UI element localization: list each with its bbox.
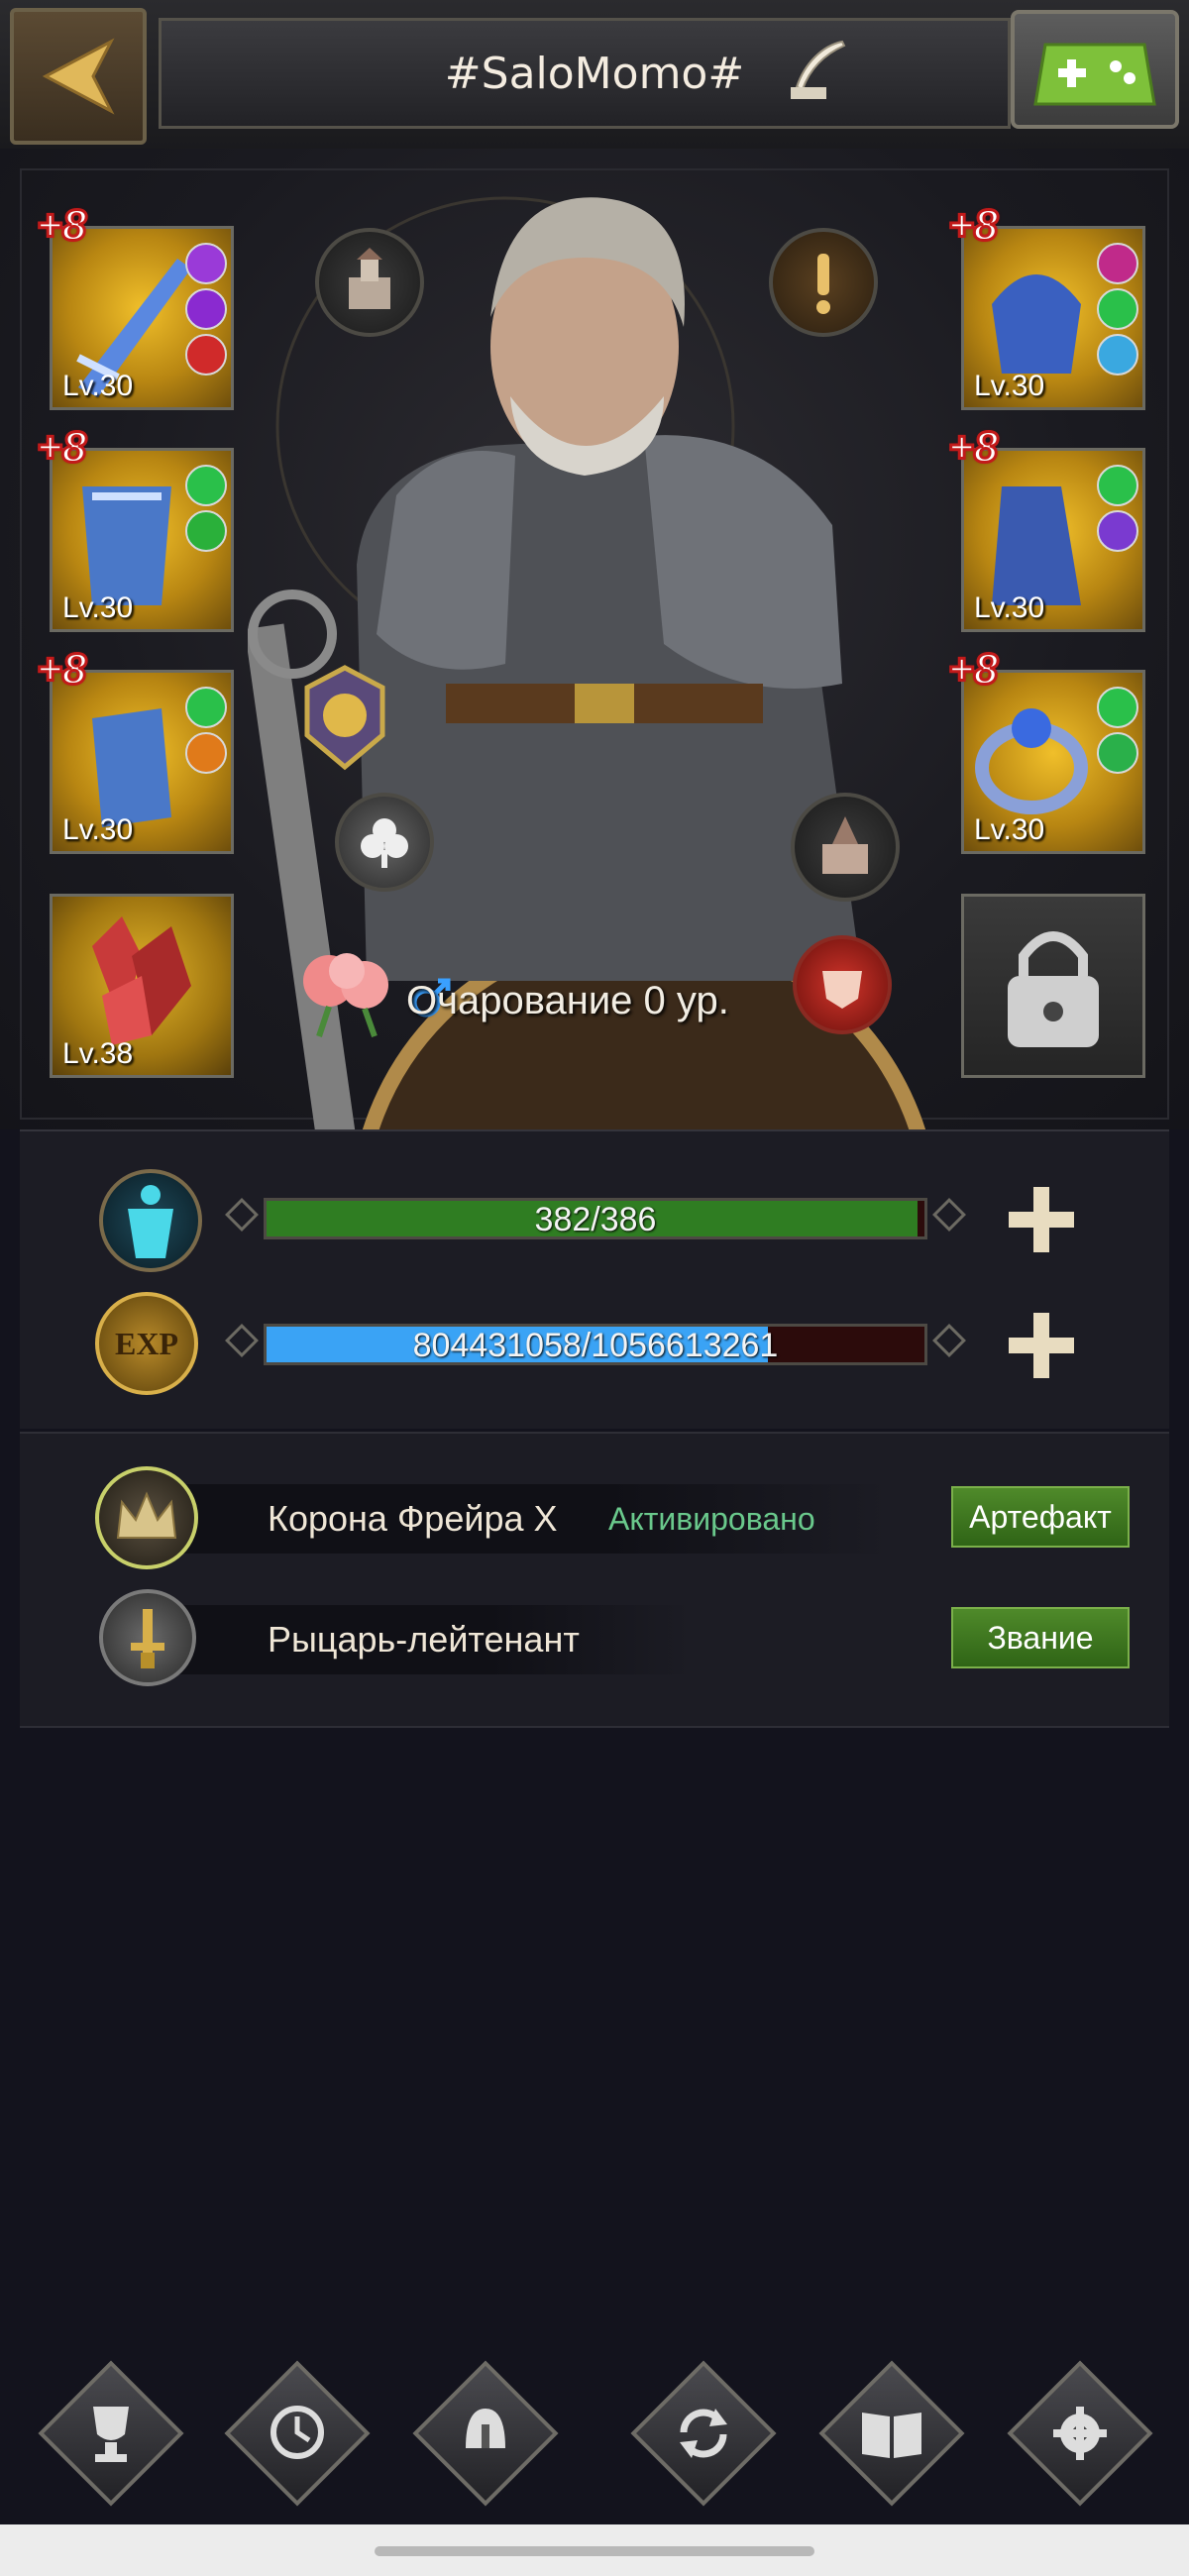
item-level: Lv.30	[62, 813, 134, 846]
gem-green	[185, 510, 227, 552]
item-level: Lv.30	[974, 813, 1045, 846]
enhance-level: +8	[35, 422, 87, 474]
add-stamina-button[interactable]	[997, 1175, 1086, 1264]
nav-activity[interactable]	[224, 2360, 371, 2507]
item-level: Lv.38	[62, 1037, 134, 1070]
add-exp-button[interactable]	[997, 1301, 1086, 1390]
stamina-bar-track: 382/386	[264, 1198, 927, 1239]
equipment-slot-armor[interactable]: +8 Lv.30	[35, 422, 234, 632]
back-button[interactable]	[10, 8, 147, 145]
gem-green	[185, 687, 227, 728]
plus-icon	[1009, 1187, 1074, 1252]
exp-bar-track: 804431058/1056613261	[264, 1324, 927, 1365]
info-panel	[20, 1432, 1169, 1728]
gem-orange	[185, 732, 227, 774]
equipment-slot-ring[interactable]: +8 Lv.30	[946, 644, 1145, 854]
artifact-button[interactable]: Артефакт	[951, 1486, 1130, 1548]
stamina-bar: 382/386	[224, 1194, 967, 1243]
item-level: Lv.30	[974, 591, 1045, 624]
item-level: Lv.30	[62, 591, 134, 624]
gem-green	[1097, 288, 1138, 330]
gem-pink	[1097, 243, 1138, 284]
padlock-icon	[1008, 931, 1099, 1047]
equipment-slot-locked[interactable]	[961, 894, 1145, 1078]
nav-achievements[interactable]	[38, 2360, 184, 2507]
gem-red	[185, 334, 227, 376]
equipment-slot-helmet[interactable]: +8 Lv.30	[946, 200, 1145, 410]
item-level: Lv.30	[62, 370, 134, 402]
plus-icon	[1009, 1313, 1074, 1378]
play-games-button[interactable]	[1011, 10, 1179, 129]
rename-quill-icon[interactable]	[783, 36, 852, 105]
gem-purple	[185, 288, 227, 330]
rank-sword-icon[interactable]	[99, 1589, 196, 1686]
book-icon	[862, 2413, 921, 2458]
gem-purple	[1097, 510, 1138, 552]
guild-badge-icon[interactable]	[793, 935, 892, 1034]
back-arrow-icon	[42, 38, 115, 115]
rose-icon[interactable]	[289, 941, 408, 1040]
gem-blue	[1097, 334, 1138, 376]
exp-badge-text: EXP	[115, 1325, 178, 1361]
gem-green	[185, 465, 227, 506]
exp-value: 804431058/1056613261	[412, 1327, 779, 1364]
gem-purple	[185, 243, 227, 284]
item-level: Lv.30	[974, 370, 1045, 402]
gem-green	[1097, 732, 1138, 774]
clock-icon	[270, 2406, 324, 2459]
enhance-level: +8	[35, 644, 87, 696]
rank-emblem-icon[interactable]	[295, 664, 394, 773]
refresh-icon	[680, 2409, 727, 2458]
crown-icon[interactable]	[95, 1466, 198, 1569]
rank-name: Рыцарь-лейтенант	[268, 1619, 580, 1660]
enhance-level: +8	[946, 200, 999, 252]
exp-bar: 804431058/1056613261	[224, 1320, 967, 1369]
enhance-level: +8	[946, 422, 999, 474]
nav-heroes[interactable]	[412, 2360, 559, 2507]
nav-refresh[interactable]	[630, 2360, 777, 2507]
stamina-value: 382/386	[534, 1201, 657, 1238]
equipment-slot-gloves[interactable]: +8 Lv.30	[35, 644, 234, 854]
nav-encyclopedia[interactable]	[818, 2360, 965, 2507]
cathedral-icon[interactable]	[791, 793, 900, 902]
gamepad-icon	[1033, 43, 1156, 106]
exp-badge-icon: EXP	[95, 1292, 198, 1395]
enhance-level: +8	[946, 644, 999, 696]
artifact-status: Активировано	[608, 1501, 815, 1537]
home-indicator[interactable]	[375, 2546, 814, 2556]
castle-icon[interactable]	[315, 228, 424, 337]
charm-level-text: Очарование 0 ур.	[406, 979, 729, 1022]
gem-green	[1097, 465, 1138, 506]
trophy-icon	[93, 2407, 129, 2462]
stamina-icon	[99, 1169, 202, 1272]
helmet-icon	[466, 2409, 505, 2448]
gear-icon	[1053, 2407, 1107, 2460]
crystal-item-icon	[92, 916, 191, 1045]
equipment-slot-crystal[interactable]: Lv.38	[50, 894, 234, 1078]
equipment-slot-weapon[interactable]: +8 Lv.30	[35, 200, 234, 410]
gem-green	[1097, 687, 1138, 728]
rank-button[interactable]: Звание	[951, 1607, 1130, 1668]
equipment-slot-boots[interactable]: +8 Lv.30	[946, 422, 1145, 632]
info-exclamation-icon[interactable]	[769, 228, 878, 337]
artifact-name: Корона Фрейра X	[268, 1498, 558, 1539]
nav-settings[interactable]	[1007, 2360, 1153, 2507]
clover-icon[interactable]	[335, 793, 434, 892]
